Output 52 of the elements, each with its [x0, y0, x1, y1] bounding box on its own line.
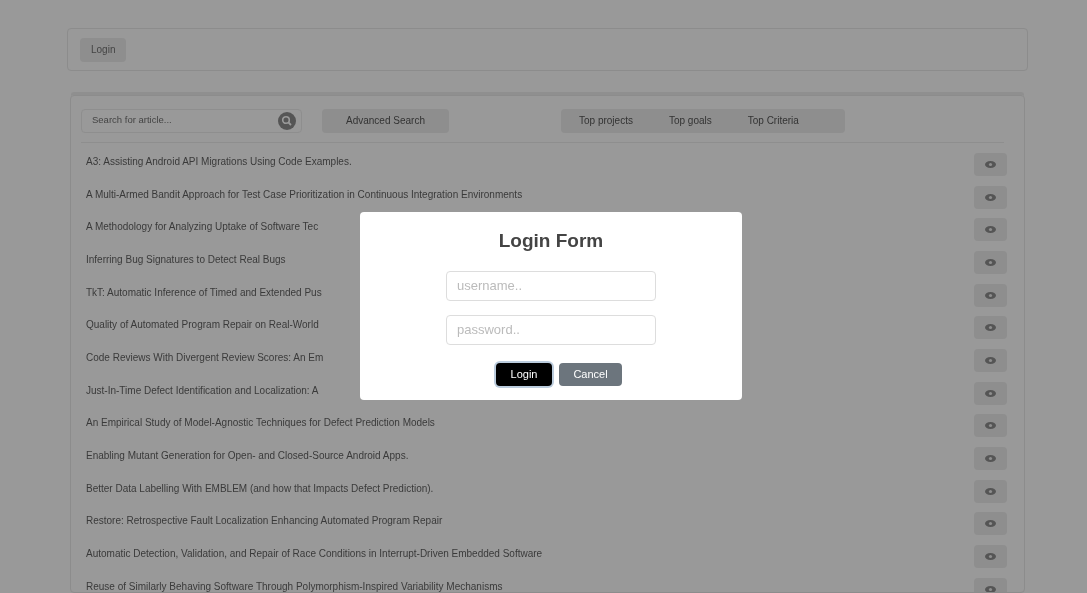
view-button[interactable] [974, 152, 1007, 176]
eye-icon [985, 520, 996, 528]
top-link[interactable]: Top projects [579, 113, 633, 128]
username-field[interactable]: username.. [446, 270, 656, 301]
article-title[interactable]: An Empirical Study of Model-Agnostic Techniques for Defect Prediction Models [86, 415, 435, 431]
eye-icon [985, 487, 996, 495]
eye-icon [985, 389, 996, 397]
article-title[interactable]: Enabling Mutant Generation for Open- and Closed-Source Android Apps. [86, 448, 409, 464]
article-title[interactable]: Automatic Detection, Validation, and Repair of Race Conditions in Interrupt-Driven Embedded Software [86, 546, 543, 562]
eye-icon [985, 291, 996, 299]
cancel-button[interactable]: Cancel [559, 362, 622, 386]
view-button[interactable] [974, 250, 1007, 274]
article-title[interactable]: A Multi-Armed Bandit Approach for Test Case Prioritization in Continuous Integration Environments [86, 186, 523, 202]
article-title[interactable]: Better Data Labelling With EMBLEM (and how that Impacts Defect Prediction). [86, 480, 434, 496]
top-link[interactable]: Top goals [668, 113, 712, 128]
top-link[interactable]: Top Criteria [747, 113, 799, 128]
article-title[interactable]: A Methodology for Analyzing Uptake of Software Tec [86, 219, 319, 235]
login-button[interactable]: Login [496, 362, 552, 386]
eye-icon [985, 160, 996, 168]
login-button[interactable]: Login [80, 37, 127, 62]
article-title[interactable]: Restore: Retrospective Fault Localization Enhancing Automated Program Repair [86, 513, 443, 529]
view-button[interactable] [974, 512, 1007, 536]
article-title[interactable]: Quality of Automated Program Repair on Real-World [86, 317, 319, 333]
search-field[interactable]: Search for article... [81, 108, 302, 133]
view-button[interactable] [974, 316, 1007, 340]
view-button[interactable] [974, 479, 1007, 503]
eye-icon [985, 258, 996, 266]
view-button[interactable] [974, 545, 1007, 569]
article-title[interactable]: Just-In-Time Defect Identification and Localization: A [86, 382, 319, 398]
eye-icon [985, 356, 996, 364]
article-title[interactable]: Reuse of Similarly Behaving Software Through Polymorphism-Inspired Variability Mechanisms [86, 578, 503, 592]
article-title[interactable]: Inferring Bug Signatures to Detect Real Bugs [86, 251, 286, 267]
password-field[interactable]: password.. [446, 314, 656, 345]
view-button[interactable] [974, 283, 1007, 307]
eye-icon [985, 324, 996, 332]
view-button[interactable] [974, 218, 1007, 242]
eye-icon [985, 422, 996, 430]
view-button[interactable] [974, 414, 1007, 438]
article-title[interactable]: Code Reviews With Divergent Review Scores: An Em [86, 349, 324, 365]
view-button[interactable] [974, 185, 1007, 209]
view-button[interactable] [974, 381, 1007, 405]
eye-icon [985, 193, 996, 201]
search-icon[interactable] [278, 111, 296, 130]
eye-icon [985, 226, 996, 234]
dialog-title: Login Form [498, 229, 604, 253]
view-button[interactable] [974, 348, 1007, 372]
advanced-search-button[interactable]: Advanced Search [322, 108, 449, 133]
article-title[interactable]: A3: Assisting Android API Migrations Using Code Examples. [86, 153, 352, 169]
eye-icon [985, 553, 996, 561]
eye-icon [985, 455, 996, 463]
article-title[interactable]: TkT: Automatic Inference of Timed and Extended Pus [86, 284, 322, 300]
view-button[interactable] [974, 447, 1007, 471]
